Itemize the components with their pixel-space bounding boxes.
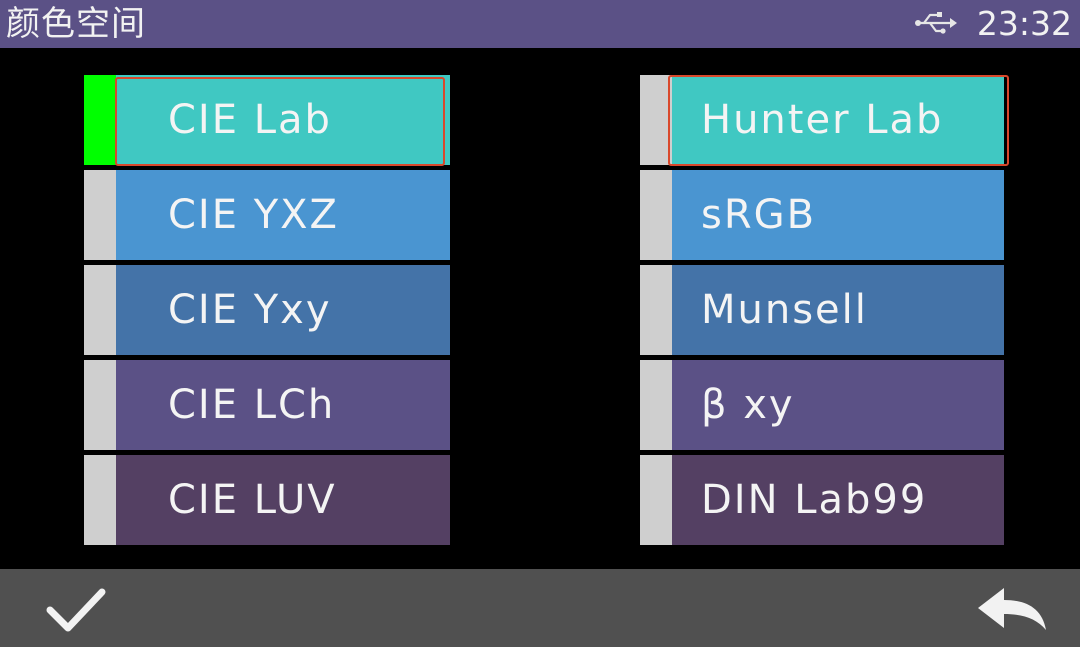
selection-indicator (640, 360, 672, 450)
option-label: Munsell (672, 265, 1004, 355)
option-label: Hunter Lab (672, 75, 1004, 165)
option-label: CIE YXZ (116, 170, 450, 260)
option-label: CIE LUV (116, 455, 450, 545)
selection-indicator (640, 455, 672, 545)
selection-indicator (84, 75, 116, 165)
option-srgb[interactable]: sRGB (640, 170, 1004, 260)
option-cie-yxz[interactable]: CIE YXZ (84, 170, 450, 260)
option-munsell[interactable]: Munsell (640, 265, 1004, 355)
page-title: 颜色空间 (6, 4, 146, 44)
selection-indicator (640, 170, 672, 260)
selection-indicator (640, 265, 672, 355)
selection-indicator (84, 170, 116, 260)
bottom-bar (0, 569, 1080, 647)
selection-indicator (84, 455, 116, 545)
option-label: CIE LCh (116, 360, 450, 450)
option-hunter-lab[interactable]: Hunter Lab (640, 75, 1004, 165)
option-label: β xy (672, 360, 1004, 450)
option-label: sRGB (672, 170, 1004, 260)
option-label: CIE Yxy (116, 265, 450, 355)
option-cie-lch[interactable]: CIE LCh (84, 360, 450, 450)
checkmark-icon[interactable] (44, 586, 108, 634)
title-bar: 颜色空间 23:32 (0, 0, 1080, 48)
option-beta-xy[interactable]: β xy (640, 360, 1004, 450)
usb-icon (915, 12, 957, 34)
option-label: CIE Lab (116, 75, 450, 165)
selection-indicator (84, 360, 116, 450)
option-cie-lab[interactable]: CIE Lab (84, 75, 450, 165)
clock-time: 23:32 (976, 4, 1072, 43)
option-din-lab99[interactable]: DIN Lab99 (640, 455, 1004, 545)
selection-indicator (640, 75, 672, 165)
option-cie-luv[interactable]: CIE LUV (84, 455, 450, 545)
selection-indicator (84, 265, 116, 355)
color-space-screen: 颜色空间 23:32 CIE Lab CIE YXZ CIE Yxy CIE L… (0, 0, 1080, 647)
back-arrow-icon[interactable] (974, 586, 1050, 634)
option-label: DIN Lab99 (672, 455, 1004, 545)
option-cie-yxy[interactable]: CIE Yxy (84, 265, 450, 355)
